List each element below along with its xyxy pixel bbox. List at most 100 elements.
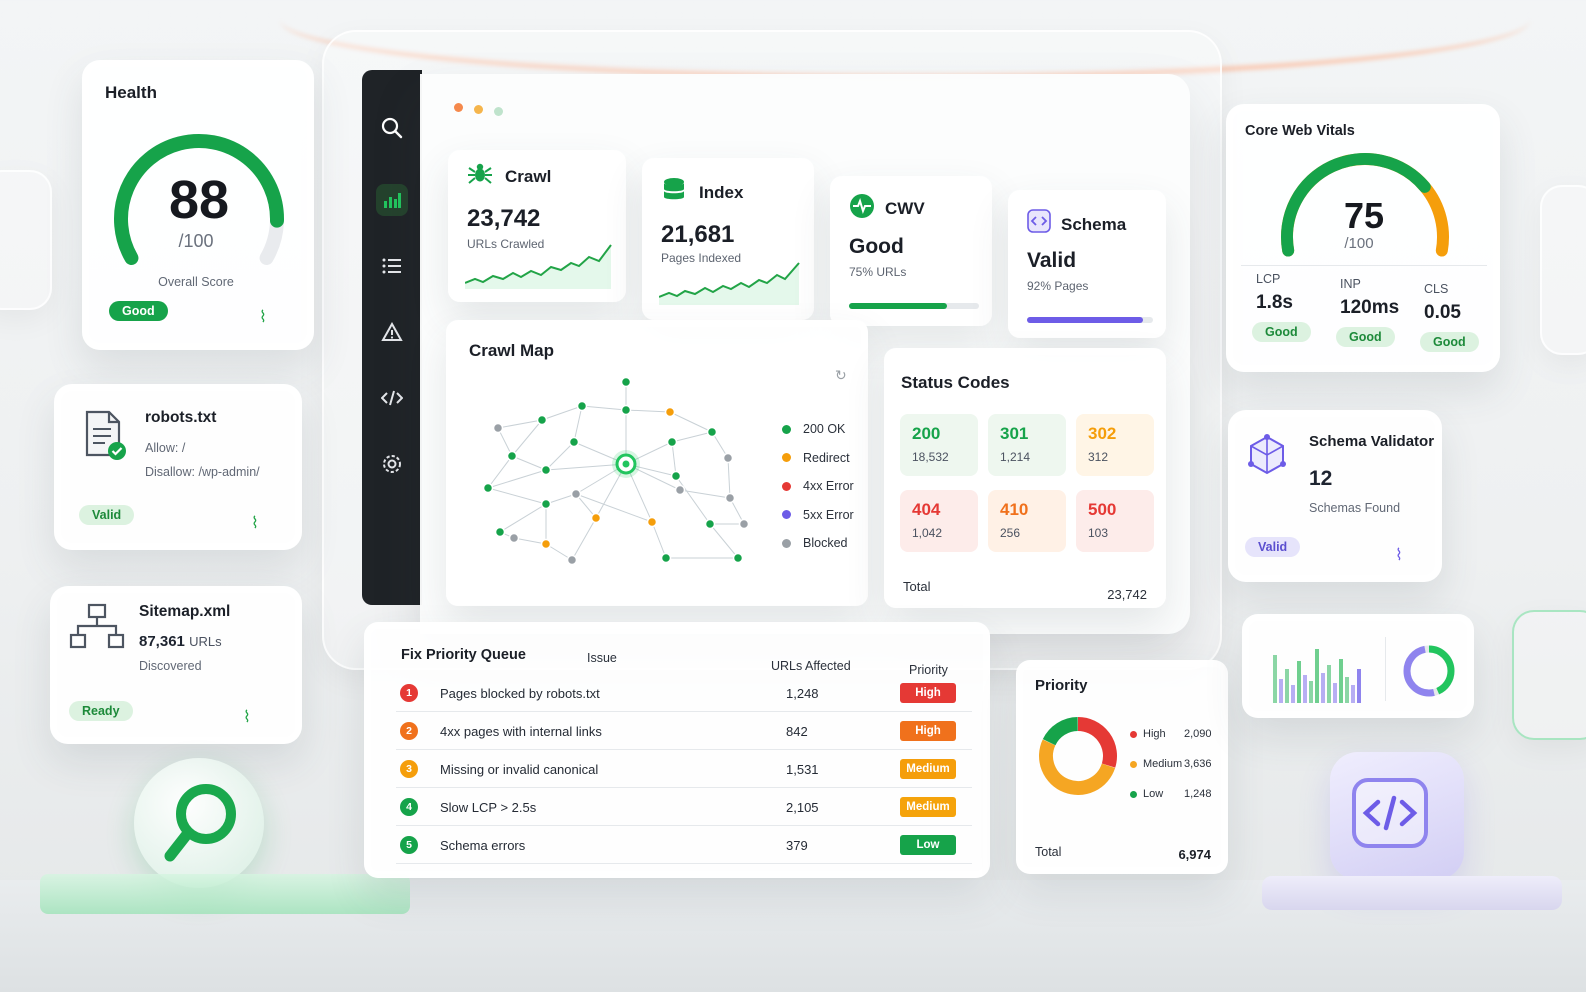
crawl-map-edge xyxy=(709,523,739,559)
search-icon xyxy=(164,784,236,862)
priority-badge: Medium xyxy=(900,759,956,779)
queue-row[interactable]: 2 4xx pages with internal links 842 High xyxy=(396,714,972,750)
crawl-map-edge xyxy=(511,419,543,457)
crawl-map-node[interactable] xyxy=(660,552,672,564)
crawl-map-node[interactable] xyxy=(646,516,658,528)
queue-col-issue: Issue xyxy=(587,651,617,665)
health-caption: Overall Score xyxy=(158,275,234,289)
window-dot-green xyxy=(494,107,503,116)
crawl-map-node[interactable] xyxy=(482,482,494,494)
crawl-kpi-card[interactable]: Crawl 23,742 URLs Crawled xyxy=(448,150,626,302)
gear-icon[interactable] xyxy=(376,448,408,480)
crawl-map-node[interactable] xyxy=(506,450,518,462)
status-code-tile[interactable]: 302 312 xyxy=(1076,414,1154,476)
glass-code-cube xyxy=(1330,752,1464,880)
queue-row[interactable]: 3 Missing or invalid canonical 1,531 Medium xyxy=(396,752,972,788)
status-codes-title: Status Codes xyxy=(901,373,1010,392)
crawl-map-edge xyxy=(541,405,583,421)
health-card: Health 88 /100 Overall Score Good ⌇ xyxy=(82,60,314,350)
priority-total-value: 6,974 xyxy=(1178,847,1211,862)
crawl-map-edge xyxy=(487,469,547,489)
crawl-map-edge xyxy=(651,521,667,559)
crawl-map-node[interactable] xyxy=(666,436,678,448)
queue-row-urls: 1,531 xyxy=(786,762,819,777)
crawl-map-node[interactable] xyxy=(540,498,552,510)
crawl-map-node[interactable] xyxy=(664,406,676,418)
crawl-map-node[interactable] xyxy=(670,470,682,482)
legend-dot xyxy=(782,538,791,548)
crawl-map-node[interactable] xyxy=(732,552,744,564)
crawl-map-edge xyxy=(511,455,547,471)
priority-badge: High xyxy=(900,683,956,703)
crawl-map-node[interactable] xyxy=(738,518,750,530)
crawl-map-node[interactable] xyxy=(492,422,504,434)
sitemap-count-row: 87,361 URLs xyxy=(139,633,222,650)
schema-code-icon xyxy=(1027,209,1051,233)
schema-value: Valid xyxy=(1027,249,1077,272)
cwv-label: CWV xyxy=(885,199,925,218)
schema-validator-count: 12 xyxy=(1309,467,1333,490)
background-pane xyxy=(1512,610,1586,740)
priority-title: Priority xyxy=(1035,677,1088,694)
crawl-map-node[interactable] xyxy=(724,492,736,504)
crawl-map-node[interactable] xyxy=(674,484,686,496)
crawl-map-node[interactable] xyxy=(536,414,548,426)
queue-row-urls: 1,248 xyxy=(786,686,819,701)
cwv-score: 75 xyxy=(1343,195,1385,236)
crawl-map-node[interactable] xyxy=(590,512,602,524)
database-icon xyxy=(664,178,684,200)
crawl-map-node[interactable] xyxy=(508,532,520,544)
code-icon[interactable] xyxy=(376,382,408,414)
sitemap-card[interactable]: Sitemap.xml 87,361 URLs Discovered Ready… xyxy=(50,586,302,744)
crawl-map-node[interactable] xyxy=(620,404,632,416)
priority-slice xyxy=(1077,717,1117,768)
status-code-tile[interactable]: 301 1,214 xyxy=(988,414,1066,476)
search-icon[interactable] xyxy=(376,112,408,144)
crawl-map-node[interactable] xyxy=(540,538,552,550)
crawl-map-node[interactable] xyxy=(540,464,552,476)
priority-badge: High xyxy=(900,721,956,741)
index-label: Index xyxy=(699,183,744,202)
status-code-tile[interactable]: 200 18,532 xyxy=(900,414,978,476)
status-code-tile[interactable]: 500 103 xyxy=(1076,490,1154,552)
crawl-map-edge xyxy=(573,405,583,443)
crawl-map-node[interactable] xyxy=(620,376,632,388)
status-code-tile[interactable]: 404 1,042 xyxy=(900,490,978,552)
crawl-map-node[interactable] xyxy=(704,518,716,530)
chart-icon[interactable] xyxy=(376,184,408,216)
queue-col-urls: URLs Affected xyxy=(771,659,851,673)
list-icon[interactable] xyxy=(376,250,408,282)
queue-row[interactable]: 4 Slow LCP > 2.5s 2,105 Medium xyxy=(396,790,972,826)
crawl-map-node[interactable] xyxy=(570,488,582,500)
refresh-icon[interactable]: ↻ xyxy=(835,367,847,384)
crawl-map-node[interactable] xyxy=(566,554,578,566)
priority-donut-chart xyxy=(1039,717,1117,795)
crawl-map-edge xyxy=(499,503,547,533)
robots-card[interactable]: robots.txt Allow: / Disallow: /wp-admin/… xyxy=(54,384,302,550)
crawl-map-node[interactable] xyxy=(706,426,718,438)
queue-row[interactable]: 1 Pages blocked by robots.txt 1,248 High xyxy=(396,676,972,712)
warning-icon[interactable] xyxy=(376,316,408,348)
crawl-map-node[interactable] xyxy=(568,436,580,448)
status-code-tile[interactable]: 410 256 xyxy=(988,490,1066,552)
schema-validator-caption: Schemas Found xyxy=(1309,501,1401,515)
index-kpi-card[interactable]: Index 21,681 Pages Indexed xyxy=(642,158,814,320)
cwv-metric-badge: Good xyxy=(1420,332,1479,352)
crawl-map-graph[interactable] xyxy=(466,372,766,582)
status-code: 200 xyxy=(912,424,941,443)
schema-kpi-card[interactable]: Schema Valid 92% Pages xyxy=(1008,190,1166,338)
cwv-value: Good xyxy=(849,235,904,258)
cwv-metric-value: 1.8s xyxy=(1256,292,1293,313)
crawl-map-node[interactable] xyxy=(722,452,734,464)
cwv-metric-label: LCP xyxy=(1256,272,1281,286)
cwv-kpi-card[interactable]: CWV Good 75% URLs xyxy=(830,176,992,326)
crawl-map-node[interactable] xyxy=(494,526,506,538)
queue-row-number: 2 xyxy=(400,722,418,740)
crawl-map-node[interactable] xyxy=(576,400,588,412)
schema-validator-card[interactable]: Schema Validator 12 Schemas Found Valid … xyxy=(1228,410,1442,582)
queue-row[interactable]: 5 Schema errors 379 Low xyxy=(396,828,972,864)
cwv-progress-fill xyxy=(849,303,947,309)
status-total-label: Total xyxy=(903,579,931,594)
crawl-legend-item: Redirect xyxy=(782,451,850,465)
cwv-metric-value: 0.05 xyxy=(1424,302,1461,323)
